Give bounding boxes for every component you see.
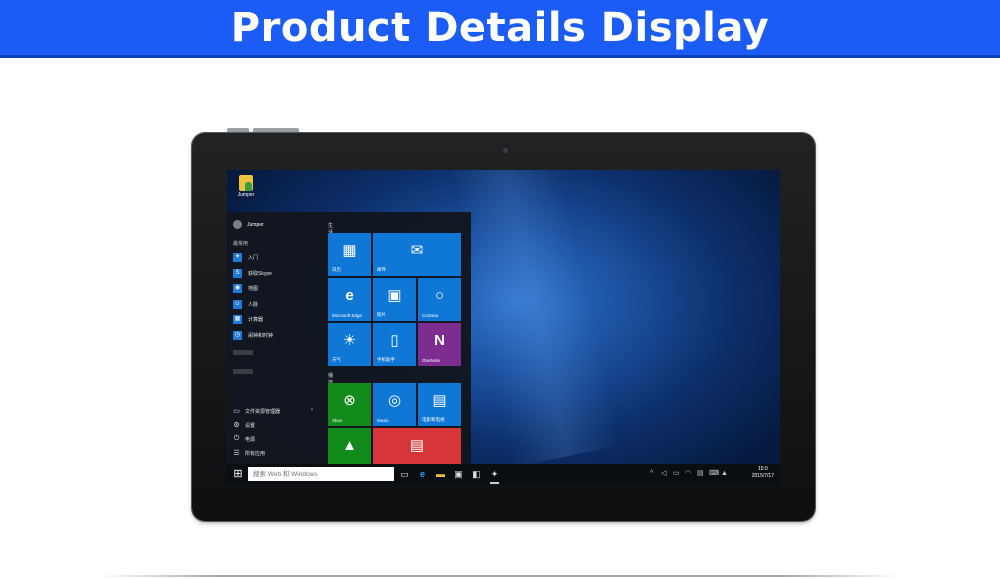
tile-weather[interactable]: ☀ 天气 — [328, 323, 371, 366]
wifi-icon[interactable]: ◠ — [685, 467, 691, 481]
notification-icon[interactable]: ▤ — [697, 467, 704, 481]
start-menu: Jumper 最常用 ✦ 入门 S 获取Skype ◉ 地图 ☺ 人脉 ▦ 计算器 ◷ 闹钟… — [227, 212, 471, 471]
skype-icon: S — [233, 268, 242, 278]
desktop-icon-jumper[interactable]: Jumper — [233, 175, 259, 198]
tile-calendar[interactable]: ▦ 日历 — [328, 233, 371, 276]
music-icon: ◎ — [387, 392, 402, 409]
windows-start-icon[interactable]: ⊞ — [231, 467, 245, 481]
settings-item[interactable]: ⚙ 设置 — [233, 418, 280, 432]
task-view-icon[interactable]: ▭ — [398, 467, 411, 481]
clock[interactable]: 15:0 2015/7/17 — [752, 466, 774, 480]
tile-onenote[interactable]: N OneNote — [418, 323, 461, 366]
user-account[interactable]: Jumper — [233, 220, 264, 229]
all-apps-item[interactable]: ☰ 所有应用 — [233, 446, 280, 460]
list-item-get-started[interactable]: ✦ 入门 — [233, 250, 273, 266]
blurred-entries — [233, 350, 253, 388]
header-banner: Product Details Display — [0, 0, 1000, 58]
list-icon: ☰ — [233, 450, 240, 457]
chart-icon: ▲ — [342, 437, 357, 454]
folder-user-icon — [239, 175, 253, 191]
phone-icon: ▯ — [390, 332, 399, 349]
chevron-right-icon[interactable]: › — [311, 407, 313, 413]
search-input[interactable] — [248, 467, 394, 481]
user-name: Jumper — [247, 221, 264, 228]
start-menu-bottom: ▭ 文件资源管理器 ⚙ 设置 ⏻ 电源 ☰ 所有应用 — [233, 404, 280, 460]
shadow-divider — [100, 575, 900, 577]
mail-icon: ✉ — [410, 242, 424, 259]
list-item-skype[interactable]: S 获取Skype — [233, 266, 273, 282]
network-icon[interactable]: ▲ — [721, 467, 728, 481]
list-item-people[interactable]: ☺ 人脉 — [233, 297, 273, 313]
onenote-icon: N — [434, 332, 445, 349]
store-icon[interactable]: ▣ — [452, 467, 465, 481]
tile-movies[interactable]: ▤ 电影和电视 — [418, 383, 461, 426]
tile-cortana[interactable]: ○ Cortana — [418, 278, 461, 321]
photos-icon: ▣ — [387, 287, 402, 304]
taskbar: ⊞ ▭ e ▬ ▣ ◧ ✦ ^ ◁ ▭ ◠ ▤ ⌨ ▲ 15:0 2015/7/… — [227, 464, 780, 484]
device-screen: Jumper Jumper 最常用 ✦ 入门 S 获取Skype ◉ 地图 ☺ 人脉 ▦… — [227, 170, 780, 484]
keyboard-icon[interactable]: ⌨ — [709, 467, 719, 481]
folder-icon: ▭ — [233, 408, 240, 415]
gear-icon: ⚙ — [233, 422, 240, 429]
file-explorer-icon[interactable]: ▬ — [434, 467, 447, 481]
map-icon: ◉ — [233, 284, 242, 294]
sun-icon: ☀ — [342, 332, 357, 349]
list-item-alarms[interactable]: ◷ 闹钟和时钟 — [233, 328, 273, 344]
page-title: Product Details Display — [230, 4, 770, 51]
clock-time: 15:0 — [758, 466, 768, 472]
power-icon: ⏻ — [233, 435, 240, 442]
film-icon: ▤ — [432, 392, 447, 409]
file-explorer-item[interactable]: ▭ 文件资源管理器 — [233, 404, 280, 418]
battery-icon[interactable]: ▭ — [673, 467, 680, 481]
calculator-icon: ▦ — [233, 315, 242, 325]
news-icon: ▤ — [409, 437, 425, 454]
tile-edge[interactable]: e Microsoft Edge — [328, 278, 371, 321]
tile-mail[interactable]: ✉ 邮件 — [373, 233, 461, 276]
calendar-icon: ▦ — [342, 242, 357, 259]
desktop-icon-label: Jumper — [237, 192, 255, 198]
tile-phone-companion[interactable]: ▯ 手机助手 — [373, 323, 416, 366]
tile-photos[interactable]: ▣ 照片 — [373, 278, 416, 321]
camera-icon — [503, 148, 508, 153]
most-used-list: ✦ 入门 S 获取Skype ◉ 地图 ☺ 人脉 ▦ 计算器 ◷ 闹钟和时钟 — [233, 250, 273, 343]
avatar — [233, 220, 242, 229]
lightbulb-icon: ✦ — [233, 253, 242, 263]
volume-icon[interactable]: ◁ — [661, 467, 666, 481]
people-icon: ☺ — [233, 299, 242, 309]
clock-date: 2015/7/17 — [751, 473, 774, 479]
alarm-icon: ◷ — [233, 330, 242, 340]
cortana-icon: ○ — [434, 287, 445, 304]
edge-icon[interactable]: e — [416, 467, 429, 481]
power-item[interactable]: ⏻ 电源 — [233, 432, 280, 446]
tablet-device: Jumper Jumper 最常用 ✦ 入门 S 获取Skype ◉ 地图 ☺ 人脉 ▦… — [192, 133, 815, 521]
tile-music[interactable]: ◎ Music — [373, 383, 416, 426]
list-item-calculator[interactable]: ▦ 计算器 — [233, 312, 273, 328]
xbox-icon: ⊗ — [343, 392, 356, 409]
most-used-label: 最常用 — [233, 241, 249, 247]
media-icon[interactable]: ◧ — [470, 467, 483, 481]
tile-xbox[interactable]: ⊗ Xbox — [328, 383, 371, 426]
browser-icon[interactable]: ✦ — [488, 467, 501, 484]
list-item-maps[interactable]: ◉ 地图 — [233, 281, 273, 297]
chevron-up-icon[interactable]: ^ — [650, 467, 653, 481]
edge-icon: e — [345, 287, 354, 304]
